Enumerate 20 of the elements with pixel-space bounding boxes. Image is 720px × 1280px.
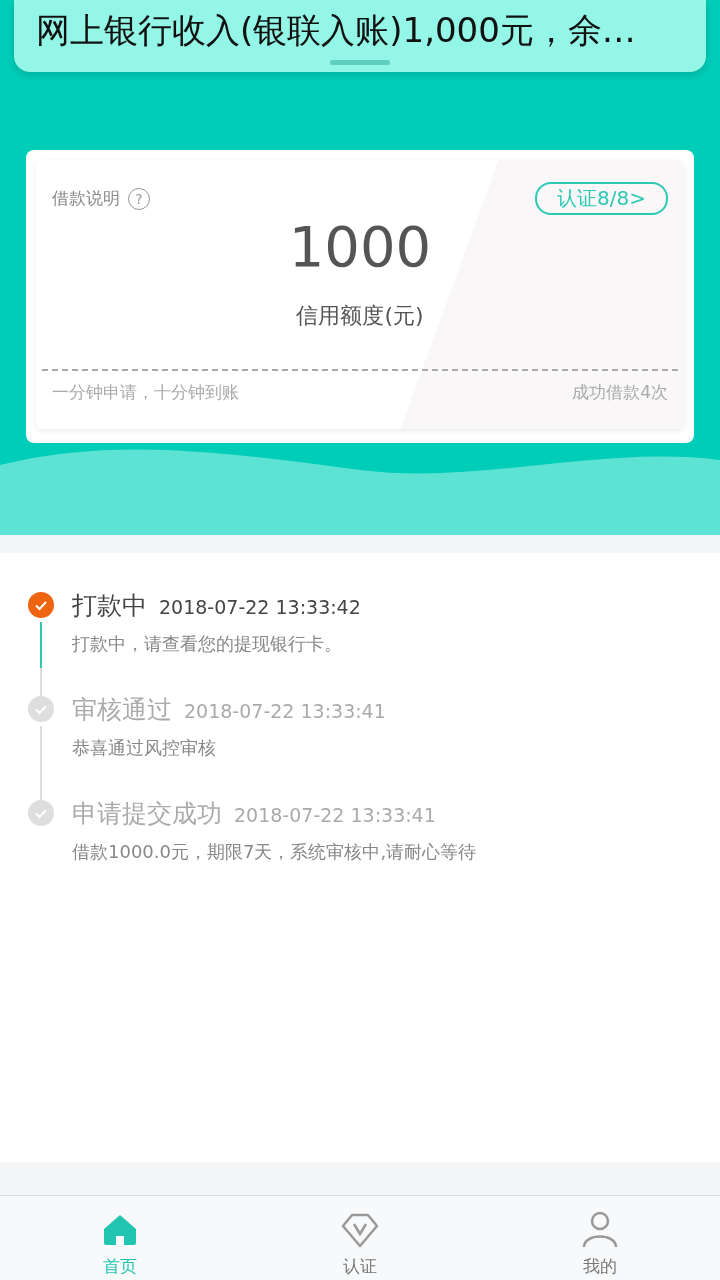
loan-count: 成功借款4次: [572, 381, 668, 404]
step-title: 审核通过: [72, 694, 172, 726]
step-time: 2018-07-22 13:33:42: [159, 596, 361, 618]
step-detail: 恭喜通过风控审核: [72, 736, 217, 760]
step-time: 2018-07-22 13:33:41: [234, 804, 436, 826]
step-time: 2018-07-22 13:33:41: [184, 700, 386, 722]
step-detail: 打款中，请查看您的提现银行卡。: [72, 632, 343, 656]
notification-banner[interactable]: 网上银行收入(银联入账)1,000元，余…: [14, 0, 706, 72]
step-detail: 借款1000.0元，期限7天，系统审核中,请耐心等待: [72, 840, 477, 864]
tab-item[interactable]: 我的: [480, 1196, 720, 1280]
help-label: 借款说明: [52, 187, 120, 210]
step-title: 打款中: [72, 590, 147, 622]
tab-item[interactable]: 认证: [240, 1196, 480, 1280]
step-title: 申请提交成功: [72, 798, 222, 830]
credit-amount: 1000: [287, 215, 433, 279]
amount-label: 信用额度(元): [295, 302, 425, 330]
notification-text: 网上银行收入(银联入账)1,000元，余…: [36, 9, 636, 52]
drag-handle[interactable]: [330, 60, 390, 65]
slogan-text: 一分钟申请，十分钟到账: [52, 381, 239, 404]
person-icon: [580, 1209, 620, 1249]
